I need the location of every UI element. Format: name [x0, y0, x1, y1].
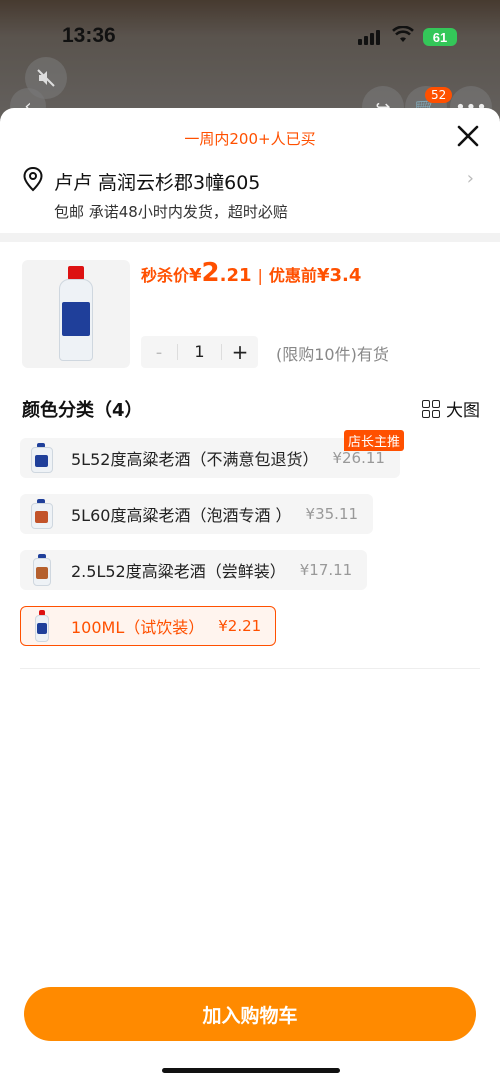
status-time: 13:36: [62, 24, 116, 47]
sku-section-title: 颜色分类（4）: [22, 400, 143, 421]
sku-price: ¥2.21: [218, 617, 262, 635]
chevron-right-icon: ›: [466, 168, 474, 189]
quantity-stepper: - 1 +: [141, 336, 258, 368]
sku-option-selected[interactable]: 100ML（试饮装） ¥2.21: [20, 606, 277, 646]
location-pin-icon: [23, 166, 43, 192]
big-picture-label: 大图: [446, 401, 480, 421]
bottle-image: [56, 266, 96, 362]
close-icon[interactable]: [454, 122, 482, 150]
sku-name: 5L52度高粱老酒（不满意包退货）: [71, 450, 319, 469]
price-integer: 2: [201, 258, 220, 288]
increase-button[interactable]: +: [222, 340, 258, 364]
sku-price: ¥17.11: [299, 561, 353, 579]
sku-name: 2.5L52度高粱老酒（尝鲜装）: [71, 562, 286, 581]
battery-icon: 61: [423, 28, 457, 46]
decrease-button[interactable]: -: [141, 342, 177, 363]
home-indicator[interactable]: [162, 1068, 340, 1073]
before-price: ¥3.4: [316, 265, 362, 286]
shipping-info: 包邮 承诺48小时内发货，超时必赔: [54, 203, 288, 221]
section-divider: [0, 233, 500, 242]
sku-name: 100ML（试饮装）: [71, 618, 205, 637]
sku-option[interactable]: 5L52度高粱老酒（不满意包退货） ¥26.11: [20, 438, 400, 478]
product-thumbnail[interactable]: [22, 260, 130, 368]
big-picture-toggle[interactable]: 大图: [422, 396, 480, 421]
cellular-signal-icon: [358, 30, 380, 45]
wifi-icon: [392, 26, 414, 42]
cart-badge: 52: [425, 87, 453, 103]
price-separator: |: [257, 266, 263, 285]
sku-thumbnail: [23, 607, 61, 645]
add-to-cart-button[interactable]: 加入购物车: [24, 987, 476, 1041]
recommended-tag: 店长主推: [344, 430, 405, 451]
sku-price: ¥26.11: [332, 449, 385, 467]
sku-thumbnail: [23, 495, 61, 533]
price-row: 秒杀价 ¥ 2 .21 | 优惠前 ¥3.4: [141, 258, 361, 288]
sku-selector-sheet: 一周内200+人已买 卢卢 高润云杉郡3幢605 › 包邮 承诺48小时内发货，…: [0, 108, 500, 1084]
sku-option[interactable]: 2.5L52度高粱老酒（尝鲜装） ¥17.11: [20, 550, 368, 590]
stock-status: (限购10件)有货: [276, 345, 389, 364]
price-currency: ¥: [189, 265, 202, 286]
sold-count-tip: 一周内200+人已买: [184, 130, 316, 148]
sku-thumbnail: [23, 439, 61, 477]
divider: [20, 668, 480, 669]
sku-option[interactable]: 5L60度高粱老酒（泡酒专酒 ） ¥35.11: [20, 494, 374, 534]
before-price-label: 优惠前: [268, 266, 317, 285]
price-label: 秒杀价: [141, 266, 190, 285]
address-text: 卢卢 高润云杉郡3幢605: [54, 172, 261, 194]
sku-price: ¥35.11: [305, 505, 359, 523]
price-decimal: .21: [219, 265, 252, 286]
status-bar: 13:36 61: [0, 0, 500, 70]
grid-icon: [422, 399, 440, 418]
sku-thumbnail: [23, 551, 61, 589]
battery-level: 61: [432, 29, 448, 45]
sku-name: 5L60度高粱老酒（泡酒专酒 ）: [71, 506, 292, 525]
quantity-value[interactable]: 1: [177, 344, 222, 360]
